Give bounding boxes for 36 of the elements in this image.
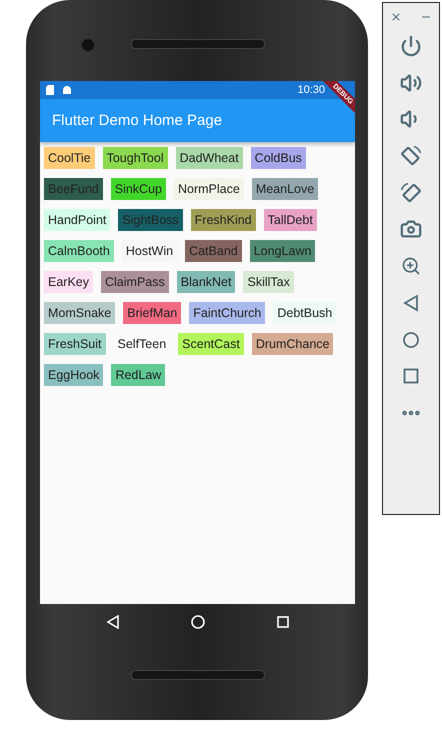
app-bar-title: Flutter Demo Home Page (52, 112, 222, 129)
word-chip: EarKey (44, 271, 93, 293)
word-chip: BriefMan (123, 302, 182, 324)
word-chip: ScentCast (178, 333, 244, 355)
word-chip: EggHook (44, 364, 104, 386)
word-chip: CatBand (185, 240, 242, 262)
word-chip: NormPlace (174, 178, 244, 200)
home-icon[interactable] (191, 615, 206, 629)
overview-icon[interactable] (277, 616, 290, 628)
sd-card-icon (46, 85, 54, 95)
word-chip: HostWin (122, 240, 178, 262)
word-chip: MeanLove (252, 178, 318, 200)
word-chip: SightBoss (118, 209, 183, 231)
back-icon[interactable] (106, 615, 120, 629)
status-time: 10:30 (297, 84, 325, 96)
word-chip: BeeFund (44, 178, 103, 200)
word-chip: FaintChurch (189, 302, 266, 324)
word-chip: FreshSuit (44, 333, 106, 355)
word-chip: DebtBush (273, 302, 336, 324)
word-chip: RedLaw (111, 364, 166, 386)
word-chip: MomSnake (44, 302, 116, 324)
word-chip: CoolTie (44, 147, 95, 169)
word-chip: ToughTool (102, 147, 168, 169)
word-chip: SkillTax (243, 271, 294, 293)
close-icon[interactable] (390, 11, 402, 23)
word-chip: LongLawn (250, 240, 316, 262)
word-chip: BlankNet (176, 271, 236, 293)
word-chip: HandPoint (44, 209, 110, 231)
word-chip: FreshKind (190, 209, 256, 231)
word-chip: SinkCup (110, 178, 166, 200)
word-chip: CalmBooth (44, 240, 114, 262)
word-chip: ClaimPass (101, 271, 169, 293)
word-chip: DrumChance (252, 333, 334, 355)
word-chip: DadWheat (176, 147, 243, 169)
word-chip: TallDebt (264, 209, 317, 231)
word-chip: ColdBus (250, 147, 306, 169)
